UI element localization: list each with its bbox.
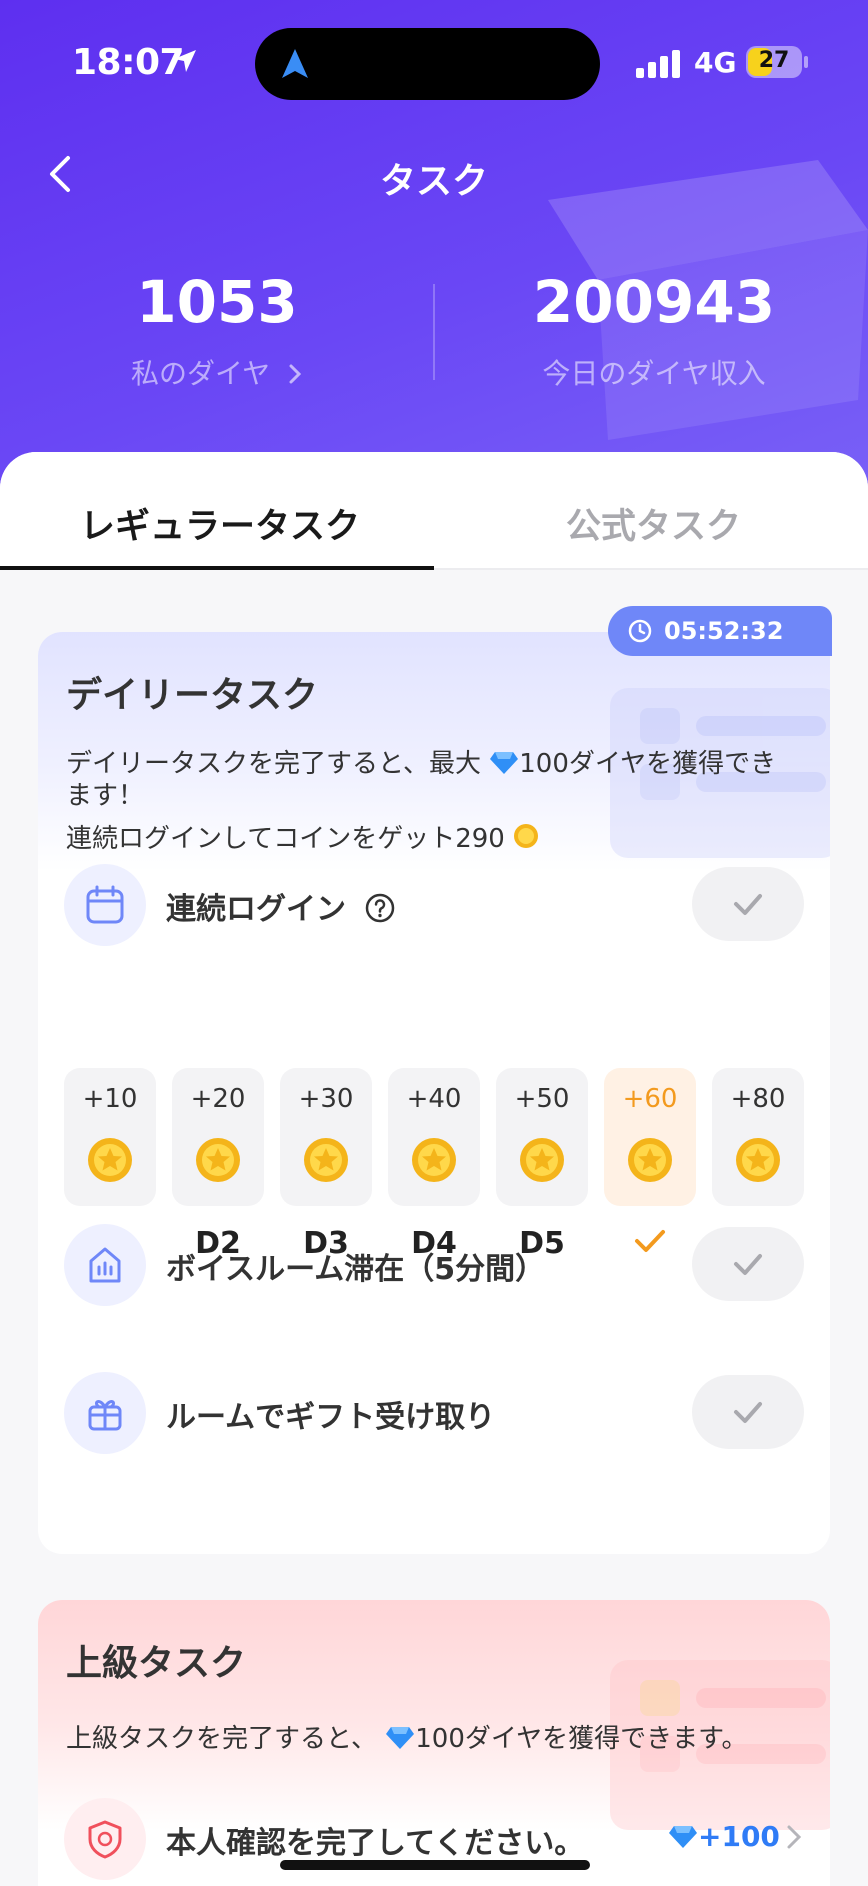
voice-room-label: ボイスルーム滞在（5分間） (166, 1252, 546, 1287)
status-bar: 18:07 4G 27 (0, 0, 868, 120)
day-reward-box: +30 (280, 1068, 372, 1206)
verification-reward-value: +100 (698, 1820, 780, 1853)
countdown-timer-badge: 05:52:32 (608, 606, 832, 656)
day-reward-box: +20 (172, 1068, 264, 1206)
diamond-icon (669, 1826, 697, 1848)
task-tabs: レギュラータスク 公式タスク (0, 452, 868, 570)
voice-room-task: ボイスルーム滞在（5分間） (38, 1220, 830, 1308)
consecutive-login-task: 連続ログイン (38, 860, 830, 948)
dynamic-island (255, 28, 600, 100)
voice-room-claimed-button[interactable] (692, 1227, 804, 1301)
checkmark-icon (734, 1402, 762, 1423)
shield-badge-icon (88, 1820, 122, 1859)
receive-gift-task: ルームでギフト受け取り (38, 1368, 830, 1456)
advanced-desc-prefix: 上級タスクを完了すると、 (66, 1724, 377, 1754)
calendar-icon (86, 885, 124, 924)
advanced-task-card: 上級タスク 上級タスクを完了すると、 100ダイヤを獲得できます。 本人確認を完… (38, 1600, 830, 1886)
status-time: 18:07 (72, 42, 185, 83)
network-type: 4G (694, 46, 737, 79)
day-reward-value: +60 (622, 1084, 678, 1114)
login-bonus-description: 連続ログインしてコインをゲット290 (66, 818, 539, 855)
chevron-right-icon (787, 1825, 802, 1849)
battery-icon: 27 (746, 46, 802, 78)
login-claimed-button[interactable] (692, 867, 804, 941)
advanced-task-title: 上級タスク (66, 1643, 247, 1684)
tab-regular-tasks[interactable]: レギュラータスク (80, 498, 360, 549)
voice-room-icon-wrap (64, 1224, 146, 1306)
my-diamonds-link[interactable]: 私のダイヤ (0, 352, 434, 392)
countdown-time: 05:52:32 (664, 617, 784, 645)
tab-official-tasks[interactable]: 公式タスク (566, 498, 741, 549)
daily-desc-prefix: デイリータスクを完了すると、最大 (66, 749, 481, 779)
chevron-right-icon (289, 364, 302, 384)
today-income-value: 200943 (532, 268, 776, 336)
coin-icon (628, 1138, 672, 1182)
battery-percent: 27 (758, 48, 790, 73)
coin-icon (196, 1138, 240, 1182)
coin-icon (736, 1138, 780, 1182)
home-indicator[interactable] (280, 1860, 590, 1870)
my-diamonds-label: 私のダイヤ (130, 357, 271, 390)
advanced-desc-suffix: 100ダイヤを獲得できます。 (415, 1724, 748, 1754)
login-desc-text: 連続ログインしてコインをゲット290 (66, 824, 505, 854)
today-income-label: 今日のダイヤ収入 (542, 357, 766, 390)
gift-icon-wrap (64, 1372, 146, 1454)
day-reward-value: +10 (82, 1084, 138, 1114)
day-reward-box: +80 (712, 1068, 804, 1206)
gift-claimed-button[interactable] (692, 1375, 804, 1449)
day-reward-box: +60 (604, 1068, 696, 1206)
daily-task-description: デイリータスクを完了すると、最大 100ダイヤを獲得できます！ (66, 748, 796, 812)
day-reward-box: +50 (496, 1068, 588, 1206)
clock-icon (628, 619, 652, 643)
active-tab-indicator (0, 566, 434, 570)
location-arrow-icon (174, 50, 196, 72)
day-reward-value: +20 (190, 1084, 246, 1114)
day-reward-value: +40 (406, 1084, 462, 1114)
daily-task-title: デイリータスク (66, 675, 319, 716)
consecutive-login-text: 連続ログイン (166, 892, 346, 927)
day-reward-box: +10 (64, 1068, 156, 1206)
daily-task-card: デイリータスク デイリータスクを完了すると、最大 100ダイヤを獲得できます！ … (38, 632, 830, 1554)
cellular-signal-icon (636, 50, 680, 78)
checkmark-icon (734, 1254, 762, 1275)
today-income-stat: 200943 今日のダイヤ収入 (434, 270, 868, 392)
navigation-app-icon (282, 49, 308, 78)
my-diamonds-stat[interactable]: 1053 私のダイヤ (0, 270, 434, 392)
day-reward-box: +40 (388, 1068, 480, 1206)
battery-tip (804, 56, 808, 68)
diamond-icon (386, 1727, 415, 1749)
coin-icon (514, 824, 539, 848)
coin-icon (88, 1138, 132, 1182)
day-reward-value: +30 (298, 1084, 354, 1114)
page-title: タスク (379, 161, 488, 202)
coin-icon (520, 1138, 564, 1182)
receive-gift-label: ルームでギフト受け取り (166, 1400, 496, 1435)
gift-icon (88, 1400, 122, 1431)
my-diamonds-value: 1053 (136, 268, 298, 336)
shield-icon-wrap (64, 1798, 146, 1880)
verification-reward[interactable]: +100 (668, 1820, 780, 1853)
day-reward-value: +50 (514, 1084, 570, 1114)
coin-icon (412, 1138, 456, 1182)
task-content: レギュラータスク 公式タスク デイリータスク デイリータスクを完了すると、最大 … (0, 452, 868, 1886)
advanced-task-description: 上級タスクを完了すると、 100ダイヤを獲得できます。 (66, 1718, 747, 1755)
calendar-icon-wrap (64, 864, 146, 946)
checkmark-icon (734, 894, 762, 915)
voice-room-icon (89, 1247, 121, 1283)
help-icon[interactable] (364, 892, 396, 924)
consecutive-login-label: 連続ログイン (166, 884, 396, 928)
day-reward-value: +80 (730, 1084, 786, 1114)
identity-verification-label: 本人確認を完了してください。 (166, 1826, 585, 1861)
coin-icon (304, 1138, 348, 1182)
diamond-icon (490, 752, 519, 774)
